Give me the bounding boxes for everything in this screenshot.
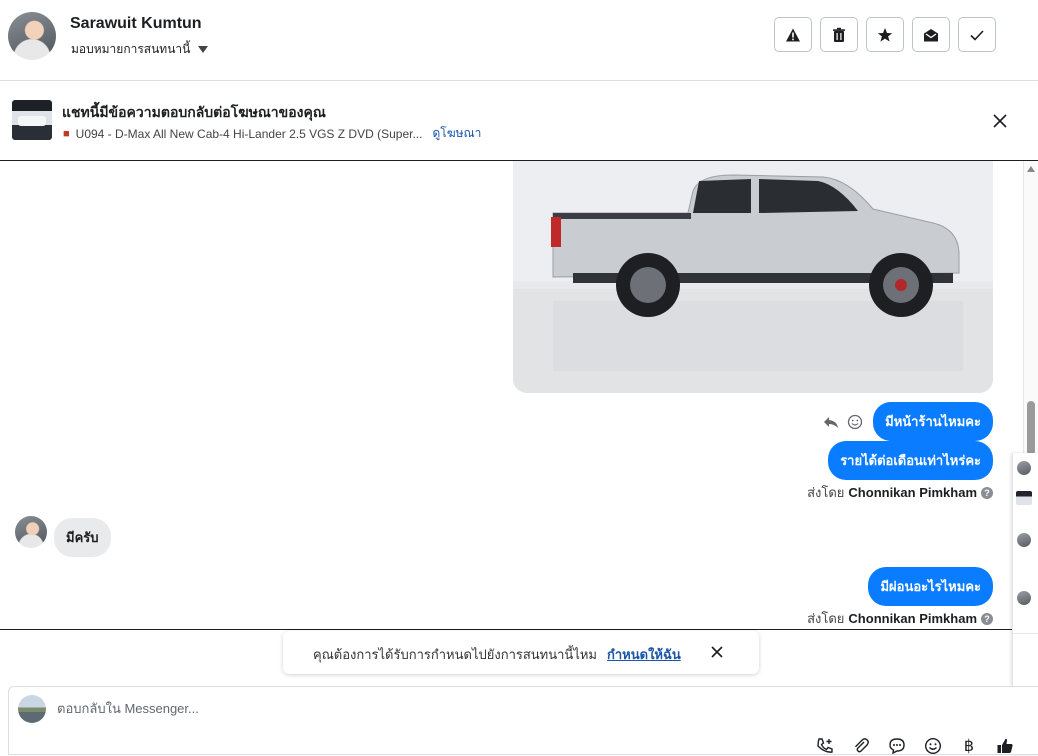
reply-composer: ฿ xyxy=(8,686,1038,755)
call-add-icon[interactable] xyxy=(814,736,836,756)
open-envelope-icon xyxy=(924,28,938,41)
sent-by-label: ส่งโดย Chonnikan Pimkham ? xyxy=(807,482,993,503)
list-avatar[interactable] xyxy=(1017,591,1031,605)
outgoing-message[interactable]: รายได้ต่อเดือนเท่าไหร่คะ xyxy=(828,441,993,480)
contact-avatar-small[interactable] xyxy=(15,516,47,548)
sender-name: Chonnikan Pimkham xyxy=(848,611,977,626)
view-ad-link[interactable]: ดูโฆษณา xyxy=(432,124,481,143)
outgoing-message[interactable]: มีผ่อนอะไรไหมคะ xyxy=(868,567,993,606)
trash-icon xyxy=(833,27,845,42)
thumbs-up-icon[interactable] xyxy=(994,736,1016,756)
assign-to-me-link[interactable]: กำหนดให้ฉัน xyxy=(607,644,681,665)
delete-button[interactable] xyxy=(820,17,858,52)
payment-baht-icon[interactable]: ฿ xyxy=(958,736,980,756)
list-avatar[interactable] xyxy=(1017,533,1031,547)
mark-unread-button[interactable] xyxy=(912,17,950,52)
list-thumbnail[interactable] xyxy=(1016,491,1032,505)
star-button[interactable] xyxy=(866,17,904,52)
ad-reply-title: แชทนี้มีข้อความตอบกลับต่อโฆษณาของคุณ xyxy=(62,104,326,120)
incoming-message[interactable]: มีครับ xyxy=(54,518,111,557)
report-spam-button[interactable] xyxy=(774,17,812,52)
help-icon[interactable]: ? xyxy=(981,486,993,499)
truck-icon: ■ xyxy=(63,127,70,140)
scrollbar-thumb[interactable] xyxy=(1027,401,1035,455)
saved-replies-icon[interactable] xyxy=(886,736,908,756)
sent-by-label: ส่งโดย Chonnikan Pimkham ? xyxy=(807,608,993,629)
attachment-icon[interactable] xyxy=(850,736,872,756)
message-thread[interactable]: มีหน้าร้านไหมคะ รายได้ต่อเดือนเท่าไหร่คะ… xyxy=(0,161,1038,630)
ad-text: U094 - D-Max All New Cab-4 Hi-Lander 2.5… xyxy=(75,126,423,141)
car-photo-attachment[interactable] xyxy=(513,161,993,393)
page-avatar xyxy=(18,695,46,723)
assign-label: มอบหมายการสนทนานี้ xyxy=(71,42,191,56)
list-avatar[interactable] xyxy=(1017,461,1031,475)
help-icon[interactable]: ? xyxy=(981,612,993,625)
star-icon xyxy=(877,27,893,42)
close-icon[interactable] xyxy=(709,644,725,660)
checkmark-icon xyxy=(970,29,984,41)
sent-by-prefix: ส่งโดย xyxy=(807,611,845,626)
assign-prompt-text: คุณต้องการได้รับการกำหนดไปยังการสนทนานี้… xyxy=(313,647,597,662)
reply-icon[interactable] xyxy=(823,414,839,430)
emoji-react-icon[interactable] xyxy=(847,414,863,430)
conversation-actions xyxy=(774,17,996,52)
outgoing-message[interactable]: มีหน้าร้านไหมคะ xyxy=(873,402,993,441)
contact-avatar[interactable] xyxy=(8,12,56,60)
pickup-truck-image xyxy=(513,161,993,393)
assign-prompt: คุณต้องการได้รับการกำหนดไปยังการสนทนานี้… xyxy=(283,631,759,674)
message-actions xyxy=(823,414,863,430)
ad-thumbnail[interactable] xyxy=(12,100,52,140)
caret-down-icon xyxy=(198,46,209,53)
composer-toolbar: ฿ xyxy=(814,736,1016,756)
sent-by-prefix: ส่งโดย xyxy=(807,485,845,500)
reply-input[interactable] xyxy=(57,701,757,716)
warning-icon xyxy=(786,28,800,41)
mark-done-button[interactable] xyxy=(958,17,996,52)
scroll-up-arrow-icon[interactable] xyxy=(1027,166,1035,172)
sender-name: Chonnikan Pimkham xyxy=(848,485,977,500)
ad-reply-subtitle: ■ U094 - D-Max All New Cab-4 Hi-Lander 2… xyxy=(63,124,481,143)
conversation-header: Sarawuit Kumtun มอบหมายการสนทนานี้ xyxy=(0,0,1038,81)
close-banner-icon[interactable] xyxy=(990,111,1010,131)
assign-dropdown[interactable]: มอบหมายการสนทนานี้ xyxy=(71,40,209,59)
emoji-icon[interactable] xyxy=(922,736,944,756)
contact-name[interactable]: Sarawuit Kumtun xyxy=(70,15,202,33)
